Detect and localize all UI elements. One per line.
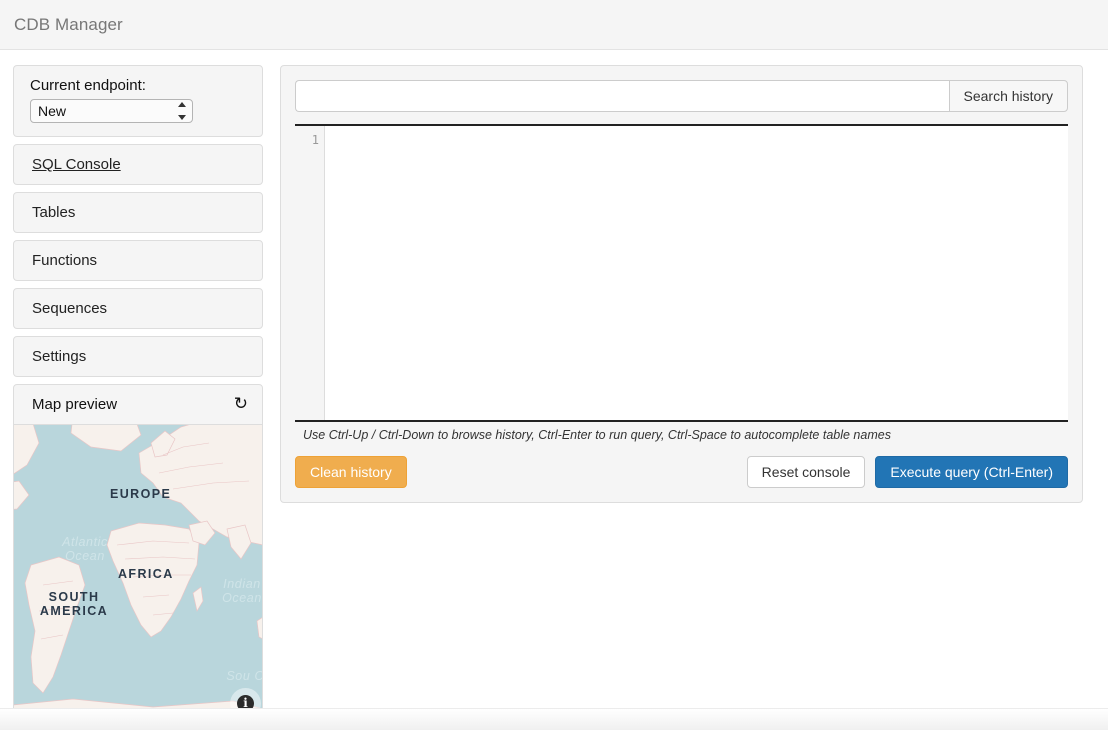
- sidebar-item-sequences[interactable]: Sequences: [13, 288, 263, 329]
- page-title: CDB Manager: [14, 14, 123, 34]
- sidebar-item-label[interactable]: SQL Console: [14, 145, 262, 184]
- app-header: CDB Manager: [0, 0, 1108, 50]
- current-endpoint-panel: Current endpoint: New: [13, 65, 263, 137]
- main-content: Search history 1 Use Ctrl-Up / Ctrl-Down…: [280, 65, 1095, 503]
- execute-query-button[interactable]: Execute query (Ctrl-Enter): [875, 456, 1068, 488]
- map-preview-panel: Map preview ↻ EUROPE AFRICA SOUTH AMERIC…: [13, 384, 263, 721]
- sidebar-item-label[interactable]: Sequences: [14, 289, 262, 328]
- sidebar-item-label[interactable]: Settings: [14, 337, 262, 376]
- endpoint-select[interactable]: New: [30, 99, 193, 123]
- refresh-icon[interactable]: ↻: [234, 396, 248, 413]
- sidebar-item-sql-console[interactable]: SQL Console: [13, 144, 263, 185]
- editor-gutter: 1: [295, 126, 325, 420]
- sql-code-input[interactable]: [325, 126, 1068, 420]
- sidebar: Current endpoint: New SQL Console Tables…: [13, 65, 263, 728]
- map-canvas[interactable]: EUROPE AFRICA SOUTH AMERICA Atlantic Oce…: [14, 425, 262, 720]
- sidebar-item-label[interactable]: Tables: [14, 193, 262, 232]
- search-history-row: Search history: [295, 80, 1068, 112]
- footer-band: [0, 708, 1108, 730]
- right-button-group: Reset console Execute query (Ctrl-Enter): [746, 456, 1068, 488]
- reset-console-button[interactable]: Reset console: [746, 456, 866, 488]
- sidebar-item-settings[interactable]: Settings: [13, 336, 263, 377]
- editor-hint-text: Use Ctrl-Up / Ctrl-Down to browse histor…: [295, 422, 1068, 442]
- page-body: Current endpoint: New SQL Console Tables…: [0, 50, 1108, 721]
- sql-console-panel: Search history 1 Use Ctrl-Up / Ctrl-Down…: [280, 65, 1083, 503]
- endpoint-select-wrap: New: [30, 99, 193, 123]
- query-editor[interactable]: 1: [295, 124, 1068, 422]
- line-number: 1: [311, 133, 319, 147]
- sidebar-item-functions[interactable]: Functions: [13, 240, 263, 281]
- clean-history-button[interactable]: Clean history: [295, 456, 407, 488]
- sidebar-item-tables[interactable]: Tables: [13, 192, 263, 233]
- console-action-row: Clean history Reset console Execute quer…: [295, 456, 1068, 488]
- search-history-input[interactable]: [295, 80, 949, 112]
- sidebar-item-label[interactable]: Functions: [14, 241, 262, 280]
- search-history-button[interactable]: Search history: [948, 80, 1068, 112]
- map-preview-title: Map preview: [32, 396, 118, 413]
- current-endpoint-label: Current endpoint:: [30, 77, 146, 94]
- world-map-graphic: [14, 425, 262, 720]
- query-editor-wrap: 1 Use Ctrl-Up / Ctrl-Down to browse hist…: [295, 124, 1068, 442]
- map-preview-header: Map preview ↻: [14, 385, 262, 425]
